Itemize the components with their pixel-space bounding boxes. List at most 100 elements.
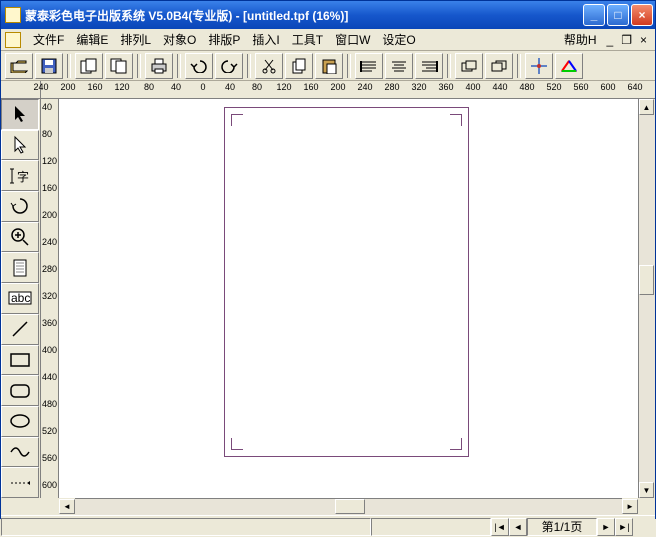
toolbox: 字 abc: [1, 99, 41, 498]
save-button[interactable]: [35, 53, 63, 79]
paste-button[interactable]: [315, 53, 343, 79]
maximize-button[interactable]: □: [607, 4, 629, 26]
menu-insert[interactable]: 插入I: [246, 29, 285, 50]
select-tool[interactable]: [1, 130, 39, 161]
titlebar: 蒙泰彩色电子出版系统 V5.0B4(专业版) - [untitled.tpf (…: [1, 1, 655, 29]
rotate-tool[interactable]: [1, 191, 39, 222]
align-right-button[interactable]: [415, 53, 443, 79]
ruler-tick: 240: [33, 82, 48, 92]
menu-help[interactable]: 帮助H: [558, 29, 603, 50]
roundrect-tool[interactable]: [1, 375, 39, 406]
page-indicator: 第1/1页: [527, 518, 597, 536]
print-button[interactable]: [145, 53, 173, 79]
color-button[interactable]: [555, 53, 583, 79]
ruler-tick: 40: [225, 82, 235, 92]
status-message: [1, 518, 371, 536]
mdi-minimize-button[interactable]: _: [603, 33, 618, 47]
ruler-tick: 360: [438, 82, 453, 92]
ruler-tick: 320: [42, 291, 57, 301]
ruler-tick: 400: [465, 82, 480, 92]
crop-mark-br: [450, 438, 462, 450]
ruler-tick: 280: [42, 264, 57, 274]
ruler-tick: 120: [276, 82, 291, 92]
page-first-button[interactable]: |◄: [491, 518, 509, 536]
ruler-tick: 600: [42, 480, 57, 490]
ruler-tick: 440: [492, 82, 507, 92]
scroll-right-button[interactable]: ►: [622, 499, 638, 514]
text-tool[interactable]: 字: [1, 160, 39, 191]
svg-text:字: 字: [17, 169, 29, 184]
ruler-tick: 600: [600, 82, 615, 92]
ruler-tick: 40: [42, 102, 52, 112]
svg-text:abc: abc: [11, 291, 30, 305]
status-coords: [371, 518, 491, 536]
rectangle-tool[interactable]: [1, 345, 39, 376]
statusbar: |◄ ◄ 第1/1页 ► ►|: [1, 515, 655, 537]
scrollbar-vertical[interactable]: ▲ ▼: [638, 99, 655, 498]
menu-object[interactable]: 对象O: [157, 29, 202, 50]
copy-button[interactable]: [285, 53, 313, 79]
crosshair-button[interactable]: [525, 53, 553, 79]
page-prev-button[interactable]: ◄: [509, 518, 527, 536]
page-frame[interactable]: [224, 107, 469, 457]
ruler-tick: 480: [42, 399, 57, 409]
crop-mark-tl: [231, 114, 243, 126]
align-center-button[interactable]: [385, 53, 413, 79]
mdi-restore-button[interactable]: ❐: [617, 33, 636, 47]
scroll-thumb-v[interactable]: [639, 265, 654, 295]
paste-layout-button[interactable]: [105, 53, 133, 79]
textbox-tool[interactable]: abc: [1, 283, 39, 314]
ruler-tick: 120: [42, 156, 57, 166]
pen-tool[interactable]: [1, 467, 39, 498]
align-left-button[interactable]: [355, 53, 383, 79]
app-icon: [5, 7, 21, 23]
page-next-button[interactable]: ►: [597, 518, 615, 536]
line-tool[interactable]: [1, 314, 39, 345]
menu-edit[interactable]: 编辑E: [70, 29, 114, 50]
redo-button[interactable]: [215, 53, 243, 79]
copy-layout-button[interactable]: [75, 53, 103, 79]
ruler-tick: 560: [573, 82, 588, 92]
ellipse-tool[interactable]: [1, 406, 39, 437]
pointer-tool[interactable]: [1, 99, 39, 130]
scroll-left-button[interactable]: ◄: [59, 499, 75, 514]
close-button[interactable]: ×: [631, 4, 653, 26]
scrollbar-horizontal[interactable]: ◄ ►: [1, 498, 655, 515]
page-tool[interactable]: [1, 252, 39, 283]
undo-button[interactable]: [185, 53, 213, 79]
scroll-down-button[interactable]: ▼: [639, 482, 654, 498]
mdi-close-button[interactable]: ×: [636, 33, 651, 47]
menu-file[interactable]: 文件F: [27, 29, 70, 50]
menu-window[interactable]: 窗口W: [329, 29, 376, 50]
cut-button[interactable]: [255, 53, 283, 79]
ruler-tick: 240: [357, 82, 372, 92]
ruler-tick: 400: [42, 345, 57, 355]
menu-tools[interactable]: 工具T: [286, 29, 329, 50]
menubar: 文件F 编辑E 排列L 对象O 排版P 插入I 工具T 窗口W 设定O 帮助H …: [1, 29, 655, 51]
page-last-button[interactable]: ►|: [615, 518, 633, 536]
ruler-tick: 80: [144, 82, 154, 92]
ruler-tick: 480: [519, 82, 534, 92]
curve-tool[interactable]: [1, 437, 39, 468]
ruler-tick: 640: [627, 82, 642, 92]
ruler-tick: 80: [252, 82, 262, 92]
crop-mark-bl: [231, 438, 243, 450]
send-back-button[interactable]: [485, 53, 513, 79]
ruler-tick: 200: [330, 82, 345, 92]
menu-settings[interactable]: 设定O: [376, 29, 421, 50]
canvas[interactable]: [59, 99, 638, 498]
menu-arrange[interactable]: 排列L: [114, 29, 157, 50]
window-title: 蒙泰彩色电子出版系统 V5.0B4(专业版) - [untitled.tpf (…: [25, 7, 583, 24]
zoom-tool[interactable]: [1, 222, 39, 253]
ruler-tick: 0: [200, 82, 205, 92]
bring-front-button[interactable]: [455, 53, 483, 79]
minimize-button[interactable]: _: [583, 4, 605, 26]
scroll-up-button[interactable]: ▲: [639, 99, 654, 115]
toolbar: [1, 51, 655, 81]
ruler-horizontal: 2402001601208040040801201602002402803203…: [1, 81, 655, 99]
menu-layout[interactable]: 排版P: [202, 29, 246, 50]
ruler-tick: 440: [42, 372, 57, 382]
ruler-tick: 520: [42, 426, 57, 436]
open-button[interactable]: [5, 53, 33, 79]
scroll-thumb-h[interactable]: [335, 499, 365, 514]
